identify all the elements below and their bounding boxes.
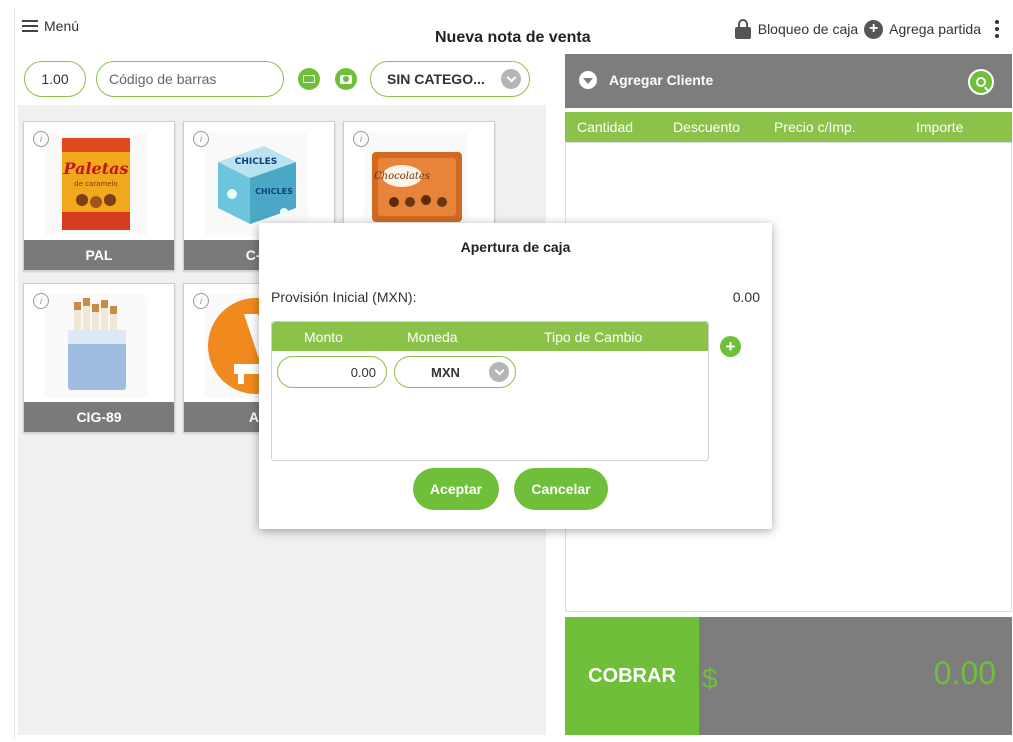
info-icon[interactable]: i	[193, 131, 209, 147]
product-code: PAL	[24, 240, 174, 270]
product-image-chocolates: Chocolates	[364, 132, 468, 236]
svg-text:Paletas: Paletas	[63, 159, 129, 178]
arrow-down-icon	[579, 71, 597, 89]
cash-table: Monto Moneda Tipo de Cambio 0.00 MXN	[271, 321, 709, 461]
info-icon[interactable]: i	[353, 131, 369, 147]
add-customer-label: Agregar Cliente	[609, 72, 714, 88]
svg-text:CHICLES: CHICLES	[235, 157, 277, 167]
product-card[interactable]: i CIG-89	[23, 283, 175, 433]
category-select[interactable]: SIN CATEGO...	[370, 61, 530, 97]
charge-button[interactable]: COBRAR	[565, 617, 699, 735]
cash-table-header: Monto Moneda Tipo de Cambio	[272, 322, 708, 351]
barcode-input[interactable]: Código de barras	[96, 61, 284, 97]
keyboard-icon[interactable]	[298, 68, 320, 90]
column-precio: Precio c/Imp.	[774, 119, 856, 135]
page-title: Nueva nota de venta	[435, 29, 591, 46]
currency-selected-label: MXN	[431, 364, 460, 380]
provision-value: 0.00	[732, 289, 760, 305]
lock-icon[interactable]	[734, 19, 752, 39]
amount-input[interactable]: 0.00	[277, 356, 387, 388]
plus-circle-icon[interactable]: +	[864, 19, 884, 39]
camera-icon[interactable]	[335, 68, 357, 90]
customer-bar: Agregar Cliente	[565, 54, 1012, 108]
cash-open-dialog: Apertura de caja Provisión Inicial (MXN)…	[259, 223, 772, 529]
provision-label: Provisión Inicial (MXN):	[271, 289, 417, 305]
svg-text:CHICLES: CHICLES	[255, 187, 293, 196]
more-options-icon[interactable]	[995, 20, 999, 38]
category-selected-label: SIN CATEGO...	[387, 71, 485, 87]
menu-label: Menú	[44, 18, 80, 34]
info-icon[interactable]: i	[33, 293, 49, 309]
menu-button[interactable]: Menú	[22, 18, 79, 34]
info-icon[interactable]: i	[193, 293, 209, 309]
column-descuento: Descuento	[673, 119, 740, 135]
lock-register-button[interactable]: Bloqueo de caja	[758, 21, 858, 37]
add-item-button[interactable]: Agrega partida	[889, 21, 981, 37]
product-image-paletas: Paletas de caramelo	[44, 132, 148, 236]
search-icon[interactable]	[968, 69, 994, 95]
product-card[interactable]: Paletas de caramelo i PAL	[23, 121, 175, 271]
column-cantidad: Cantidad	[577, 119, 634, 135]
currency-select[interactable]: MXN	[394, 356, 516, 388]
column-importe: Importe	[916, 119, 964, 135]
cart-table-header: Cantidad Descuento Precio c/Imp. Importe	[565, 112, 1012, 142]
cancel-button[interactable]: Cancelar	[514, 468, 608, 510]
top-actions: Bloqueo de caja + Agrega partida	[734, 19, 999, 39]
total-display: $ 0.00	[699, 617, 1012, 735]
product-image-chicles: CHICLES CHICLES	[204, 132, 308, 236]
chevron-down-icon	[489, 362, 509, 382]
column-moneda: Moneda	[407, 329, 458, 345]
column-tipo-cambio: Tipo de Cambio	[544, 329, 643, 345]
column-monto: Monto	[304, 329, 343, 345]
chevron-down-icon	[501, 69, 521, 89]
product-code: CIG-89	[24, 402, 174, 432]
currency-symbol: $	[702, 663, 718, 694]
add-row-icon[interactable]: +	[720, 336, 741, 357]
svg-text:Chocolates: Chocolates	[374, 171, 430, 182]
accept-button[interactable]: Aceptar	[413, 468, 499, 510]
total-amount: 0.00	[933, 655, 996, 691]
product-image-cigarettes	[44, 294, 148, 398]
add-customer-button[interactable]: Agregar Cliente	[579, 71, 713, 89]
info-icon[interactable]: i	[33, 131, 49, 147]
svg-text:de caramelo: de caramelo	[74, 180, 118, 188]
quantity-input[interactable]: 1.00	[24, 61, 86, 97]
dialog-title: Apertura de caja	[460, 239, 571, 255]
hamburger-icon	[22, 20, 38, 32]
